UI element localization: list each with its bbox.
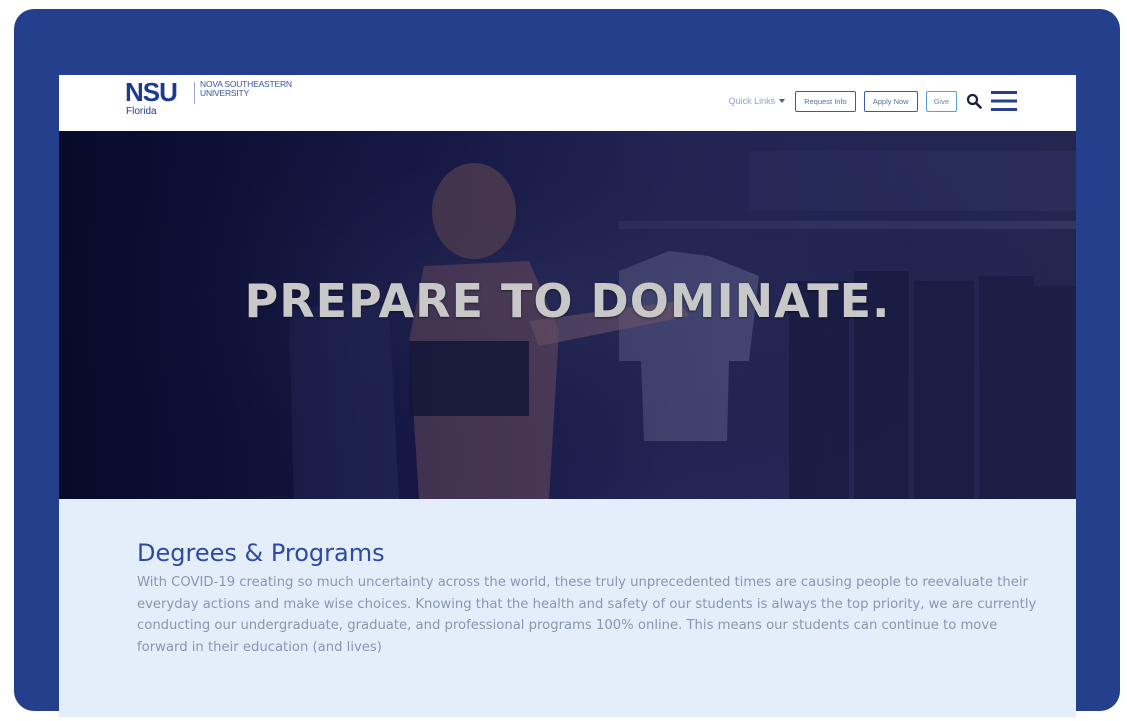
logo-university-name: NOVA SOUTHEASTERN UNIVERSITY xyxy=(200,79,292,98)
hamburger-menu-icon[interactable] xyxy=(990,89,1018,113)
apply-now-button[interactable]: Apply Now xyxy=(863,90,918,112)
website-page: NSU Florida NOVA SOUTHEASTERN UNIVERSITY… xyxy=(59,75,1076,717)
hero-banner: PREPARE TO DOMINATE. xyxy=(59,131,1076,499)
logo-florida: Florida xyxy=(126,106,157,117)
hero-title: PREPARE TO DOMINATE. xyxy=(244,274,891,328)
quick-links-dropdown[interactable]: Quick Links xyxy=(729,96,786,106)
caret-down-icon xyxy=(779,99,786,103)
logo-mark: NSU xyxy=(125,77,178,107)
request-info-button[interactable]: Request Info xyxy=(795,90,856,112)
quick-links-label: Quick Links xyxy=(728,96,776,106)
header-nav: Quick Links Request Info Apply Now Give xyxy=(729,88,1018,114)
section-body: With COVID-19 creating so much uncertain… xyxy=(137,575,1037,655)
search-icon[interactable] xyxy=(966,93,982,109)
site-header: NSU Florida NOVA SOUTHEASTERN UNIVERSITY… xyxy=(59,75,1076,131)
logo-divider xyxy=(194,82,195,104)
give-button[interactable]: Give xyxy=(925,90,957,112)
section-title: Degrees & Programs xyxy=(137,539,385,567)
degrees-section: Degrees & Programs With COVID-19 creatin… xyxy=(59,499,1076,717)
